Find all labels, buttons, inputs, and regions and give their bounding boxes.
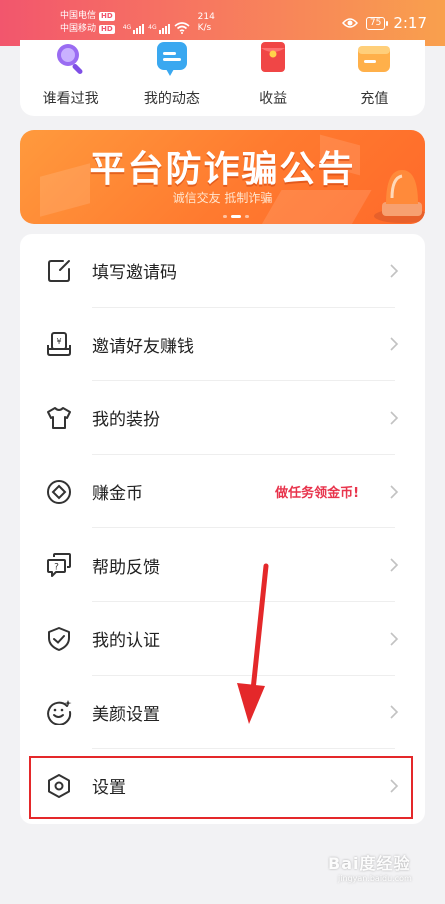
network-speed: 214 K/s <box>197 12 215 33</box>
chevron-right-icon <box>390 705 399 719</box>
wallet-icon <box>358 46 391 72</box>
chevron-right-icon <box>390 632 399 646</box>
edit-square-icon <box>48 259 70 282</box>
tshirt-icon <box>47 406 71 429</box>
menu-item-label: 填写邀请码 <box>92 263 177 284</box>
svg-text:¥: ¥ <box>56 337 61 346</box>
menu-item-help-feedback[interactable]: ? 帮助反馈 <box>20 528 425 602</box>
money-box-icon: ¥ <box>47 332 71 357</box>
magnifier-icon <box>56 44 83 74</box>
carrier-info: 中国电信 HD 中国移动 HD <box>60 10 115 36</box>
quick-item-recharge[interactable]: 充值 <box>324 40 425 116</box>
coin-icon <box>47 479 71 504</box>
menu-item-beauty[interactable]: 美颜设置 <box>20 676 425 750</box>
quick-item-label: 谁看过我 <box>42 91 99 107</box>
quick-menu-card: 谁看过我 我的动态 收益 充值 <box>20 40 425 116</box>
eye-icon <box>341 18 358 28</box>
beauty-face-icon <box>47 700 72 726</box>
signal-indicators: 4G 4G 214 K/s <box>123 12 215 34</box>
red-envelope-icon <box>261 42 286 72</box>
quick-item-moments[interactable]: 我的动态 <box>121 40 222 116</box>
settings-menu-card: 填写邀请码 ¥ 邀请好友赚钱 我的装扮 赚金币 做任务领金币! ? 帮助反馈 我… <box>20 234 425 824</box>
carrier-1-label: 中国电信 <box>60 11 97 21</box>
earn-coins-promo: 做任务领金币! <box>275 486 359 502</box>
quick-item-label: 收益 <box>259 91 288 107</box>
banner-title: 平台防诈骗公告 <box>89 149 356 190</box>
clock: 2:17 <box>393 14 427 32</box>
quick-item-label: 我的动态 <box>143 91 200 107</box>
pagination-dot <box>245 215 249 218</box>
menu-item-label: 美颜设置 <box>92 704 160 725</box>
wifi-icon <box>174 22 190 34</box>
svg-text:?: ? <box>54 563 59 573</box>
carrier-2-label: 中国移动 <box>60 24 97 34</box>
battery-indicator: 75 <box>365 16 389 30</box>
chevron-right-icon <box>390 411 399 425</box>
chevron-right-icon <box>390 485 399 499</box>
menu-item-invite-friends[interactable]: ¥ 邀请好友赚钱 <box>20 308 425 382</box>
quick-item-label: 充值 <box>360 91 389 107</box>
menu-item-label: 我的认证 <box>92 631 160 652</box>
menu-item-outfit[interactable]: 我的装扮 <box>20 381 425 455</box>
help-chat-icon: ? <box>47 553 71 578</box>
hd-badge-2: HD <box>99 25 115 34</box>
banner-subtitle: 诚信交友 抵制诈骗 <box>172 191 273 205</box>
chevron-right-icon <box>390 337 399 351</box>
hd-badge-1: HD <box>99 12 115 21</box>
pagination-dot-active <box>231 215 241 218</box>
menu-item-invite-code[interactable]: 填写邀请码 <box>20 234 425 308</box>
menu-item-earn-coins[interactable]: 赚金币 做任务领金币! <box>20 455 425 529</box>
quick-item-earnings[interactable]: 收益 <box>223 40 324 116</box>
quick-item-visitors[interactable]: 谁看过我 <box>20 40 121 116</box>
baidu-watermark-url: jingyan.baidu.com <box>338 874 412 883</box>
chevron-right-icon <box>390 264 399 278</box>
annotation-highlight-box <box>29 756 413 819</box>
banner-pagination <box>223 215 249 218</box>
pagination-dot <box>223 215 227 218</box>
shield-check-icon <box>48 626 70 651</box>
menu-item-label: 我的装扮 <box>92 410 160 431</box>
chevron-right-icon <box>390 558 399 572</box>
signal-bars-icon: 4G <box>123 24 145 34</box>
alarm-siren-icon <box>374 170 425 223</box>
signal-bars-icon-2: 4G <box>148 24 170 34</box>
menu-item-label: 赚金币 <box>92 484 143 505</box>
menu-item-label: 帮助反馈 <box>92 557 160 578</box>
chat-bubble-icon <box>156 42 187 76</box>
anti-fraud-banner[interactable]: 平台防诈骗公告 诚信交友 抵制诈骗 <box>20 130 425 224</box>
menu-item-verification[interactable]: 我的认证 <box>20 602 425 676</box>
menu-item-label: 邀请好友赚钱 <box>92 336 194 357</box>
baidu-watermark-logo: Bai度经验 <box>328 854 411 873</box>
